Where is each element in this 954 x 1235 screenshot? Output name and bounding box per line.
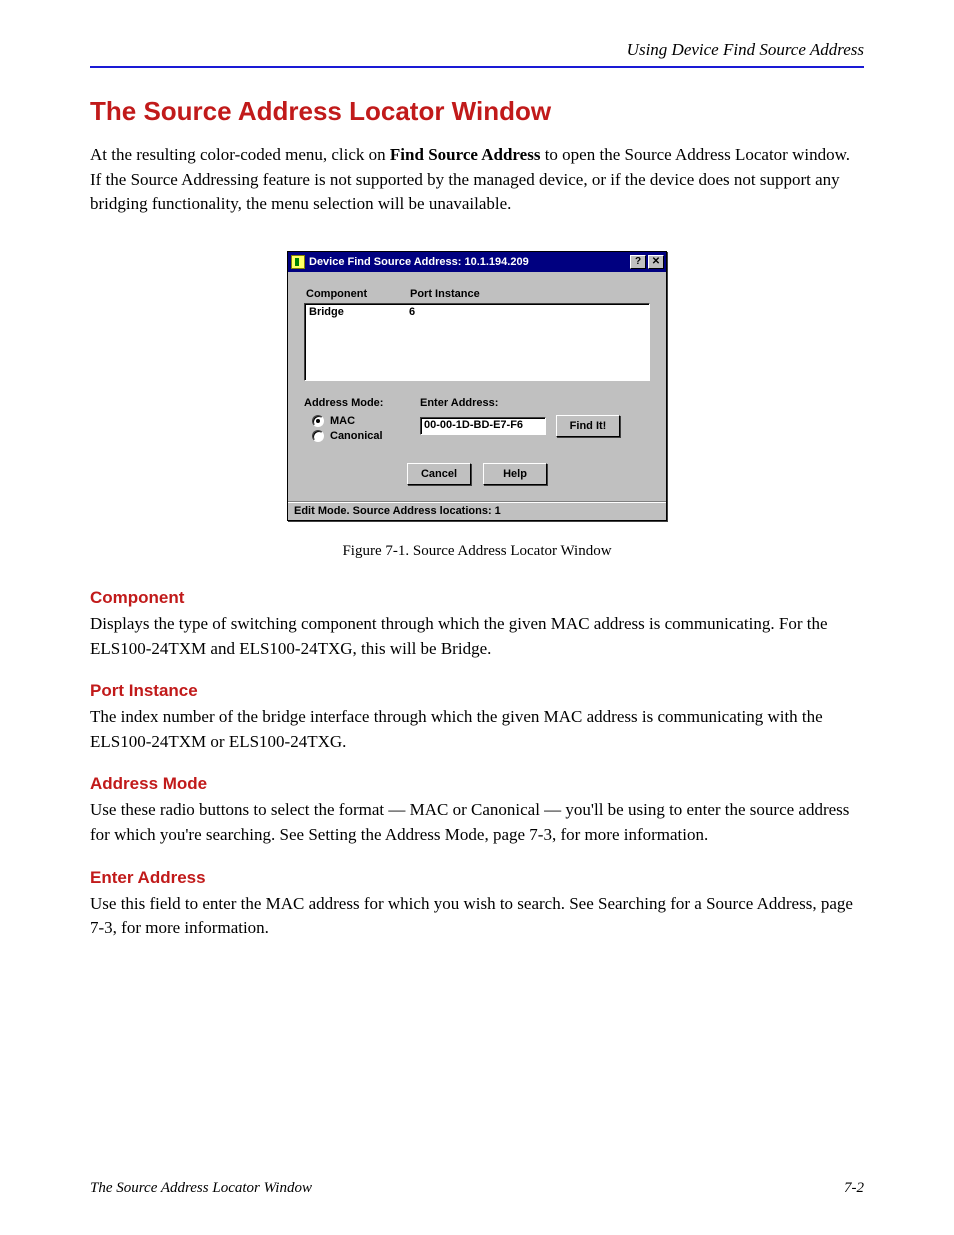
addrmode-page[interactable]: page 7-3 (493, 825, 552, 844)
dialog-title: Device Find Source Address: 10.1.194.209 (309, 256, 628, 268)
intro-paragraph: At the resulting color-coded menu, click… (90, 143, 864, 217)
dialog-button-row: Cancel Help (304, 463, 650, 485)
source-address-locator-dialog: Device Find Source Address: 10.1.194.209… (287, 251, 667, 521)
results-listbox[interactable]: Bridge 6 (304, 303, 650, 381)
intro-bold: Find Source Address (390, 145, 541, 164)
radio-canonical-icon[interactable] (312, 430, 324, 442)
list-column-headers: Component Port Instance (304, 288, 650, 303)
field-label-enter-address: Enter Address (90, 868, 864, 888)
enteraddr-desc-post: , for more information. (113, 918, 269, 937)
dialog-statusbar: Edit Mode. Source Address locations: 1 (288, 501, 666, 520)
cell-port-instance: 6 (409, 306, 645, 318)
section-title: The Source Address Locator Window (90, 96, 864, 127)
field-desc-component: Displays the type of switching component… (90, 612, 864, 661)
footer-left: The Source Address Locator Window (90, 1180, 312, 1197)
field-desc-enter-address: Use this field to enter the MAC address … (90, 892, 864, 941)
radio-mac[interactable]: MAC (312, 415, 420, 427)
enteraddr-link[interactable]: Searching for a Source Address (598, 894, 812, 913)
cancel-button[interactable]: Cancel (407, 463, 471, 485)
enter-address-group: Enter Address: 00-00-1D-BD-E7-F6 Find It… (420, 397, 650, 437)
component-desc-post: . (487, 639, 491, 658)
help-icon[interactable]: ? (630, 255, 646, 269)
radio-mac-label: MAC (330, 415, 355, 427)
field-label-component: Component (90, 588, 864, 608)
addrmode-link[interactable]: Setting the Address Mode (308, 825, 484, 844)
address-mode-label: Address Mode: (304, 397, 420, 409)
field-desc-address-mode: Use these radio buttons to select the fo… (90, 798, 864, 847)
enter-address-label: Enter Address: (420, 397, 650, 409)
field-label-address-mode: Address Mode (90, 774, 864, 794)
field-desc-port-instance: The index number of the bridge interface… (90, 705, 864, 754)
help-button[interactable]: Help (483, 463, 547, 485)
component-desc-mono: Bridge (441, 639, 487, 658)
header-rule (90, 66, 864, 68)
enteraddr-desc-pre: Use this field to enter the MAC address … (90, 894, 598, 913)
addrmode-desc-post: , for more information. (552, 825, 708, 844)
radio-canonical[interactable]: Canonical (312, 430, 420, 442)
page-footer: The Source Address Locator Window 7-2 (90, 1180, 864, 1197)
enteraddr-page-pre: , (812, 894, 821, 913)
dialog-titlebar[interactable]: Device Find Source Address: 10.1.194.209… (288, 252, 666, 272)
list-row[interactable]: Bridge 6 (309, 306, 645, 318)
close-icon[interactable]: ✕ (648, 255, 664, 269)
cell-component: Bridge (309, 306, 409, 318)
radio-mac-icon[interactable] (312, 415, 324, 427)
figure-caption: Figure 7-1. Source Address Locator Windo… (90, 543, 864, 560)
addrmode-page-pre: , (484, 825, 493, 844)
page-header-right: Using Device Find Source Address (90, 40, 864, 60)
col-port-instance: Port Instance (410, 288, 648, 300)
radio-canonical-label: Canonical (330, 430, 383, 442)
footer-right: 7-2 (844, 1180, 864, 1197)
find-button[interactable]: Find It! (556, 415, 620, 437)
intro-pre: At the resulting color-coded menu, click… (90, 145, 390, 164)
address-mode-group: Address Mode: MAC Canonical (304, 397, 420, 445)
address-input[interactable]: 00-00-1D-BD-E7-F6 (420, 417, 546, 435)
app-icon (291, 255, 305, 269)
col-component: Component (306, 288, 410, 300)
field-label-port-instance: Port Instance (90, 681, 864, 701)
dialog-body: Component Port Instance Bridge 6 Address… (288, 272, 666, 501)
